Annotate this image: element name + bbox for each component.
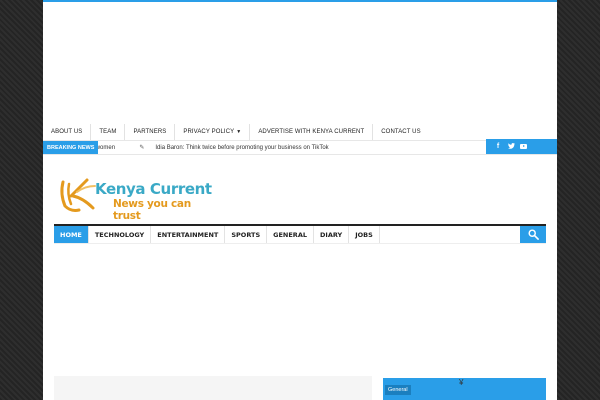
sidebar-featured-post[interactable]: General ¥	[383, 378, 546, 400]
nav-jobs[interactable]: JOBS	[349, 226, 380, 243]
breaking-news-label: BREAKING NEWS	[43, 141, 99, 154]
site-logo[interactable]: Kenya Current News you can trust	[57, 174, 217, 222]
currency-icon: ¥	[459, 378, 464, 387]
topnav-advertise[interactable]: ADVERTISE WITH KENYA CURRENT	[250, 124, 374, 140]
nav-general[interactable]: GENERAL	[267, 226, 314, 243]
nav-technology[interactable]: TECHNOLOGY	[89, 226, 152, 243]
logo-k-emblem-icon	[60, 178, 96, 212]
content-ad-space	[54, 245, 546, 375]
social-icons: f	[486, 139, 557, 154]
topnav-team[interactable]: TEAM	[91, 124, 126, 140]
topnav-about-us[interactable]: ABOUT US	[43, 124, 92, 140]
page-wrapper: ABOUT US TEAM PARTNERS PRIVACY POLICY ▼ …	[43, 0, 557, 400]
logo-tagline: News you can trust	[113, 198, 191, 222]
top-ad-space	[43, 2, 557, 122]
twitter-icon[interactable]	[507, 142, 515, 151]
nav-diary[interactable]: DIARY	[314, 226, 350, 243]
topnav-privacy-policy-label: PRIVACY POLICY	[183, 129, 235, 135]
caret-down-icon: ▼	[236, 129, 242, 135]
ticker-item-current[interactable]: Idia Baron: Think twice before promoting…	[155, 141, 328, 154]
breaking-news-bar: BREAKING NEWS t women ✎ Idia Baron: Thin…	[43, 140, 557, 155]
main-featured-area	[54, 376, 372, 400]
topnav-contact-us[interactable]: CONTACT US	[373, 124, 428, 140]
category-tag[interactable]: General	[385, 385, 411, 395]
search-icon	[527, 229, 539, 240]
nav-sports[interactable]: SPORTS	[225, 226, 268, 243]
main-navigation: HOME TECHNOLOGY ENTERTAINMENT SPORTS GEN…	[54, 224, 546, 244]
facebook-icon[interactable]: f	[494, 143, 502, 150]
nav-entertainment[interactable]: ENTERTAINMENT	[151, 226, 226, 243]
youtube-icon[interactable]	[520, 144, 527, 149]
ticker-item-previous[interactable]: t women	[98, 141, 115, 154]
topnav-privacy-policy[interactable]: PRIVACY POLICY ▼	[175, 124, 251, 140]
pencil-icon: ✎	[139, 145, 145, 151]
top-navigation: ABOUT US TEAM PARTNERS PRIVACY POLICY ▼ …	[43, 124, 557, 140]
logo-title: Kenya Current	[95, 180, 212, 198]
nav-home[interactable]: HOME	[54, 226, 89, 243]
search-button[interactable]	[520, 226, 546, 243]
topnav-partners[interactable]: PARTNERS	[125, 124, 176, 140]
